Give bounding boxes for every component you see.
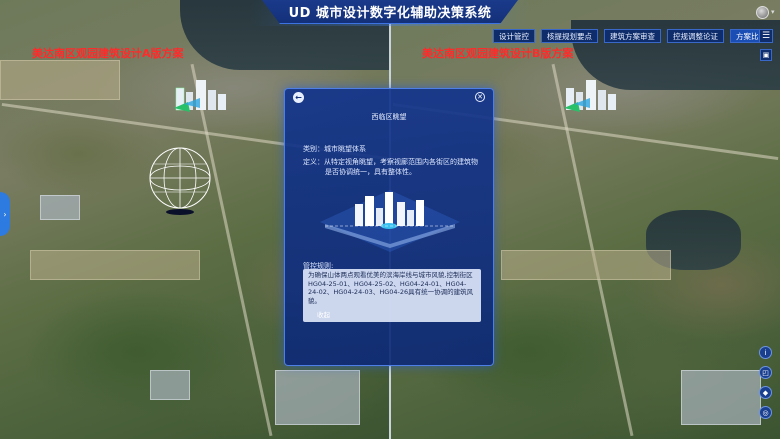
nav-design-control[interactable]: 设计管控	[493, 29, 535, 43]
menu-icon[interactable]: ☰	[759, 29, 773, 43]
field	[0, 60, 120, 100]
building-block	[40, 195, 80, 220]
building-block	[681, 370, 761, 425]
definition-value: 从特定视角眺望，考察视廊范围内各街区的建筑物是否协调统一，具有整体性。	[324, 158, 478, 176]
category-value: 城市眺望体系	[324, 145, 366, 153]
city-model-icon	[320, 190, 460, 252]
viewpoint-sphere[interactable]	[148, 146, 212, 216]
definition-label: 定义：	[303, 158, 324, 166]
chevron-down-icon[interactable]: ▾	[771, 8, 775, 16]
category-row: 类别：城市眺望体系	[303, 144, 479, 154]
building-cluster-b[interactable]	[560, 78, 624, 118]
collapse-button[interactable]: 收起	[317, 309, 330, 319]
building-cluster-a[interactable]	[170, 78, 234, 118]
scheme-a-title: 美达南区观园建筑设计A版方案	[32, 47, 184, 60]
definition-row: 定义：从特定视角眺望，考察视廊范围内各街区的建筑物是否协调统一，具有整体性。	[303, 157, 479, 177]
info-icon[interactable]: i	[759, 346, 772, 359]
sphere-icon	[149, 147, 211, 215]
field	[30, 250, 200, 280]
locate-icon[interactable]: ◎	[759, 406, 772, 419]
building-cluster-icon	[564, 80, 616, 112]
view-corridor-illustration	[315, 182, 465, 254]
panel-title: 西临区眺望	[371, 113, 407, 121]
layers-icon[interactable]: ◆	[759, 386, 772, 399]
chevron-right-icon: ›	[3, 209, 7, 219]
scheme-b-title: 美达南区观园建筑设计B版方案	[422, 47, 574, 60]
expand-sidebar-button[interactable]: ›	[0, 192, 10, 236]
nav-scheme-review[interactable]: 建筑方案审查	[604, 29, 661, 43]
info-panel: ← ✕ 西临区眺望 类别：城市眺望体系 定义：从特定视角眺望，考察视廊范围内各街…	[284, 88, 494, 366]
building-block	[150, 370, 190, 400]
screenshot-icon[interactable]: ◰	[759, 366, 772, 379]
building-block	[275, 370, 360, 425]
nav-planning-points[interactable]: 核提规划要点	[541, 29, 598, 43]
top-nav: 设计管控 核提规划要点 建筑方案审查 控规调整论证 方案比选	[493, 29, 772, 43]
field	[501, 250, 671, 280]
app-title: UD 城市设计数字化辅助决策系统	[262, 0, 518, 24]
building-cluster-icon	[174, 80, 226, 112]
camera-icon[interactable]: ▣	[760, 49, 772, 61]
close-icon[interactable]: ✕	[475, 92, 485, 102]
back-arrow-icon[interactable]: ←	[293, 92, 304, 103]
rules-content: 为确保山体两点观看优美的滨海岸线与城市风貌,控制街区HG04-25-01、HG0…	[308, 271, 474, 305]
avatar[interactable]	[756, 6, 769, 19]
nav-zoning-adjustment[interactable]: 控规调整论证	[667, 29, 724, 43]
category-label: 类别：	[303, 145, 324, 153]
